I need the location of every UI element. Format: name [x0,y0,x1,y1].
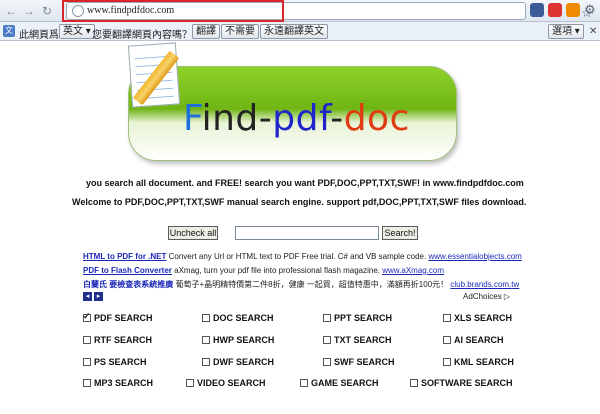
category-checkbox[interactable] [323,336,331,344]
always-translate-button[interactable]: 永遠翻譯英文 [260,24,328,39]
category-ppt-search[interactable]: PPT SEARCH [323,313,392,323]
translate-bar: 文 此網頁爲 英文 ▾ 您要翻譯網頁內容嗎？ 翻譯 不需要 永遠翻譯英文 選項 … [0,22,600,41]
blogger-icon[interactable] [566,3,580,17]
wrench-icon[interactable]: ⚙ [584,2,596,18]
category-checkbox[interactable] [83,311,91,322]
intro-line-2: Welcome to PDF,DOC,PPT,TXT,SWF manual se… [72,197,527,207]
category-checkbox[interactable] [202,336,210,344]
category-rtf-search[interactable]: RTF SEARCH [83,335,152,345]
options-button[interactable]: 選項 ▾ [548,24,584,39]
category-label: HWP SEARCH [213,335,275,345]
site-logo: Find-pdf-doc [183,98,410,139]
category-checkbox[interactable] [323,314,331,322]
category-txt-search[interactable]: TXT SEARCH [323,335,392,345]
category-label: PS SEARCH [94,357,147,367]
category-checkbox[interactable] [186,379,194,387]
category-checkbox[interactable] [323,358,331,366]
category-label: AI SEARCH [454,335,504,345]
category-label: VIDEO SEARCH [197,378,266,388]
category-software-search[interactable]: SOFTWARE SEARCH [410,378,513,388]
address-highlight [62,0,284,22]
category-label: PPT SEARCH [334,313,393,323]
category-checkbox[interactable] [83,358,91,366]
category-checkbox[interactable] [410,379,418,387]
category-checkbox[interactable] [83,379,91,387]
category-xls-search[interactable]: XLS SEARCH [443,313,512,323]
reload-icon[interactable]: ↻ [39,3,55,19]
category-dwf-search[interactable]: DWF SEARCH [202,357,274,367]
adchoices-label[interactable]: AdChoices ▷ [463,292,510,301]
ad-item[interactable]: HTML to PDF for .NET Convert any Url or … [83,252,522,261]
search-input[interactable] [235,226,379,240]
category-swf-search[interactable]: SWF SEARCH [323,357,395,367]
category-label: TXT SEARCH [334,335,392,345]
forward-icon[interactable]: → [21,3,37,19]
category-label: DWF SEARCH [213,357,274,367]
category-doc-search[interactable]: DOC SEARCH [202,313,274,323]
category-label: DOC SEARCH [213,313,274,323]
category-label: SWF SEARCH [334,357,395,367]
category-mp3-search[interactable]: MP3 SEARCH [83,378,153,388]
language-select[interactable]: 英文 ▾ [59,24,95,39]
category-label: KML SEARCH [454,357,514,367]
browser-toolbar: ← → ↻ www.findpdfdoc.com ☆ ⚙ [0,0,600,22]
category-kml-search[interactable]: KML SEARCH [443,357,514,367]
category-label: RTF SEARCH [94,335,152,345]
category-checkbox[interactable] [202,314,210,322]
category-video-search[interactable]: VIDEO SEARCH [186,378,266,388]
youtube-icon[interactable] [548,3,562,17]
ad-item[interactable]: PDF to Flash Converter aXmag, turn your … [83,266,444,275]
category-ps-search[interactable]: PS SEARCH [83,357,147,367]
close-icon[interactable]: ✕ [589,26,597,37]
category-label: GAME SEARCH [311,378,379,388]
ad-prev-button[interactable]: ◂ [83,292,92,301]
uncheck-all-button[interactable]: Uncheck all [168,226,218,240]
category-checkbox[interactable] [83,336,91,344]
browser-window: ← → ↻ www.findpdfdoc.com ☆ ⚙ 文 此網頁爲 英文 ▾… [0,0,600,414]
category-pdf-search[interactable]: PDF SEARCH [83,311,153,323]
translate-question: 您要翻譯網頁內容嗎？ [92,30,192,41]
category-hwp-search[interactable]: HWP SEARCH [202,335,274,345]
category-checkbox[interactable] [300,379,308,387]
category-checkbox[interactable] [443,314,451,322]
category-label: SOFTWARE SEARCH [421,378,513,388]
ad-next-button[interactable]: ▸ [94,292,103,301]
translate-page-label: 此網頁爲 [19,30,59,41]
category-ai-search[interactable]: AI SEARCH [443,335,504,345]
no-translate-button[interactable]: 不需要 [221,24,259,39]
back-icon[interactable]: ← [3,3,19,19]
ad-item[interactable]: 白蘭氏 要檢查表系統推廣 葡萄子+晶明精特價第二件8折，健康 一起買，超值特惠中… [83,279,519,290]
translate-icon: 文 [3,25,15,37]
category-checkbox[interactable] [443,336,451,344]
category-label: XLS SEARCH [454,313,513,323]
translate-button[interactable]: 翻譯 [192,24,220,39]
category-game-search[interactable]: GAME SEARCH [300,378,379,388]
category-label: PDF SEARCH [94,313,153,323]
category-checkbox[interactable] [202,358,210,366]
extension-icon[interactable] [530,3,544,17]
search-button[interactable]: Search! [382,226,418,240]
intro-line-1: you search all document. and FREE! searc… [86,178,524,188]
category-checkbox[interactable] [443,358,451,366]
category-label: MP3 SEARCH [94,378,154,388]
